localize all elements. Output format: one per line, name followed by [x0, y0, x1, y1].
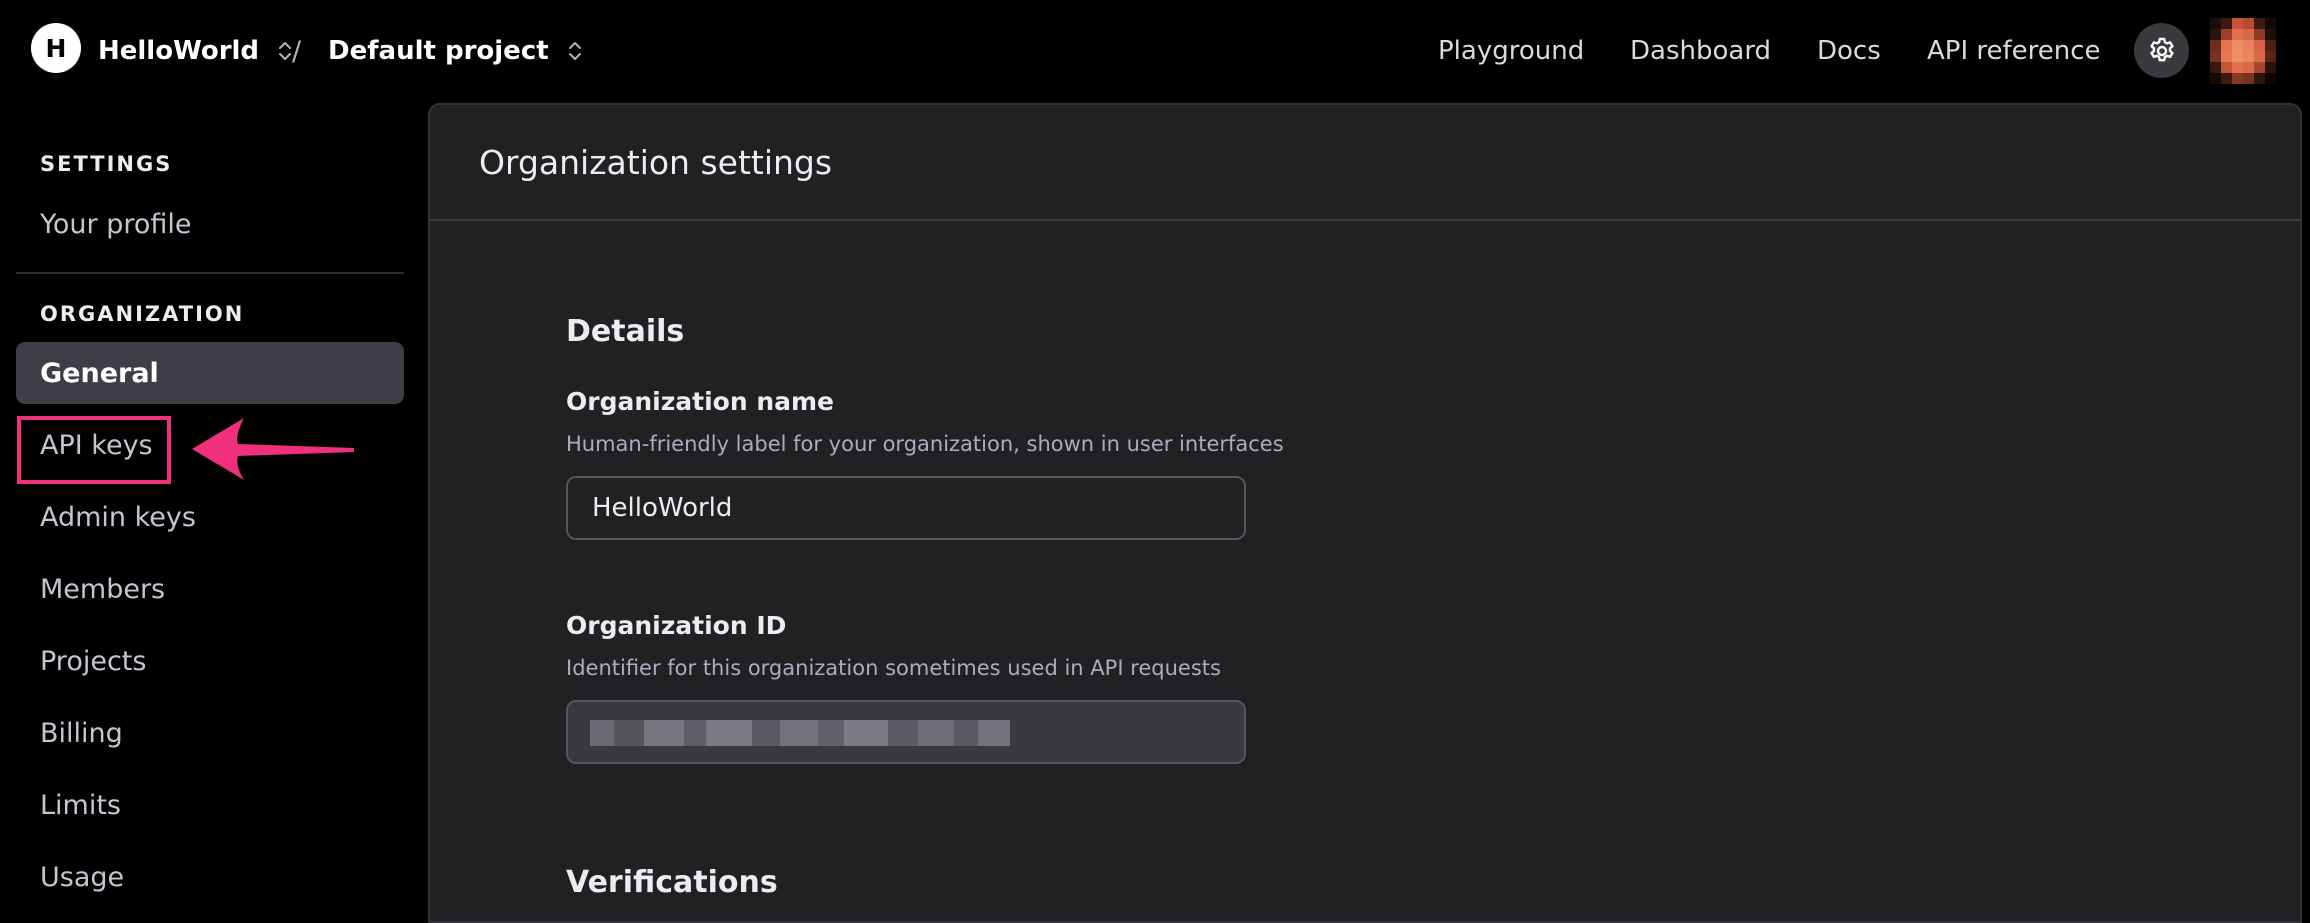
sidebar-item-billing[interactable]: Billing — [16, 702, 404, 764]
org-switcher[interactable]: HelloWorld — [98, 0, 293, 102]
verifications-heading: Verifications — [566, 865, 778, 900]
project-name: Default project — [328, 36, 549, 66]
gear-icon — [2149, 37, 2174, 61]
org-name: HelloWorld — [98, 36, 260, 66]
org-id-description: Identifier for this organization sometim… — [566, 656, 1221, 680]
sidebar-item-your-profile[interactable]: Your profile — [16, 193, 404, 255]
sidebar-item-members[interactable]: Members — [16, 558, 404, 620]
org-name-description: Human-friendly label for your organizati… — [566, 432, 1284, 456]
sidebar-item-projects[interactable]: Projects — [16, 630, 404, 692]
sidebar-item-usage[interactable]: Usage — [16, 846, 404, 908]
org-name-value: HelloWorld — [592, 493, 733, 523]
breadcrumb-separator: / — [292, 35, 302, 67]
org-id-redacted-value — [590, 720, 1010, 746]
panel-header: Organization settings — [430, 105, 2300, 221]
sidebar-item-general[interactable]: General — [16, 342, 404, 404]
nav-docs[interactable]: Docs — [1817, 0, 1881, 102]
sidebar-item-limits[interactable]: Limits — [16, 774, 404, 836]
nav-api-reference[interactable]: API reference — [1927, 0, 2101, 102]
chevron-updown-icon — [567, 38, 583, 64]
pointer-arrow-icon — [192, 418, 354, 480]
sidebar-divider — [16, 272, 404, 274]
settings-button[interactable] — [2134, 23, 2189, 78]
page-title: Organization settings — [479, 143, 833, 182]
top-bar: H HelloWorld / Default project Playgroun… — [0, 0, 2310, 102]
chevron-updown-icon — [277, 38, 293, 64]
org-name-label: Organization name — [566, 387, 835, 416]
sidebar-item-admin-keys[interactable]: Admin keys — [16, 486, 404, 548]
org-id-label: Organization ID — [566, 611, 787, 640]
nav-playground[interactable]: Playground — [1438, 0, 1584, 102]
api-keys-highlight-box — [17, 416, 171, 484]
sidebar-heading-organization: ORGANIZATION — [40, 302, 245, 326]
org-name-input[interactable]: HelloWorld — [566, 476, 1246, 540]
sidebar-heading-settings: SETTINGS — [40, 152, 173, 176]
user-avatar[interactable] — [2210, 18, 2276, 84]
org-avatar[interactable]: H — [31, 23, 81, 73]
project-switcher[interactable]: Default project — [328, 0, 583, 102]
sidebar: SETTINGS Your profile ORGANIZATION Gener… — [0, 102, 420, 914]
settings-panel: Organization settings Details Organizati… — [428, 103, 2302, 923]
org-id-field[interactable] — [566, 700, 1246, 764]
nav-dashboard[interactable]: Dashboard — [1630, 0, 1771, 102]
details-heading: Details — [566, 314, 685, 349]
